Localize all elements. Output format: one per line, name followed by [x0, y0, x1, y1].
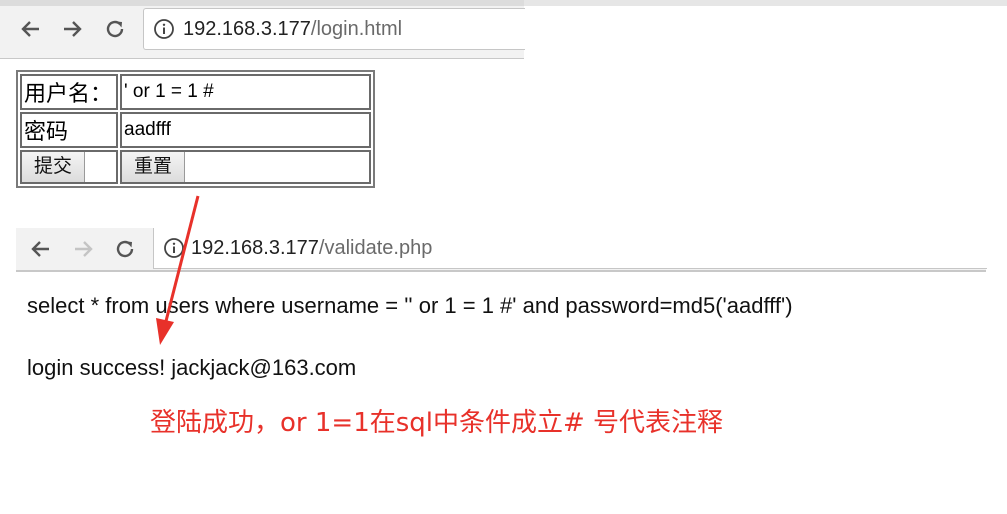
annotation-arrow-icon [156, 195, 200, 345]
